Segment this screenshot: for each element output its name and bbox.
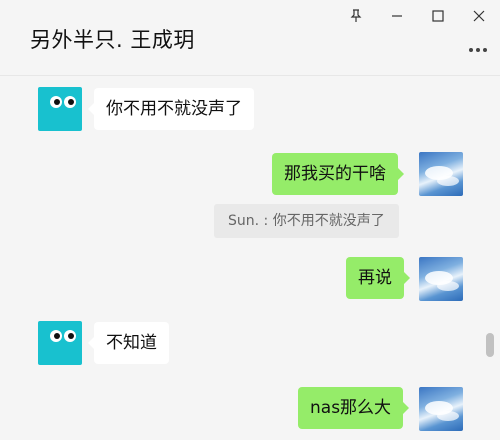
title-bar: 另外半只. 王成玥	[0, 0, 500, 76]
close-icon[interactable]	[466, 4, 492, 28]
minimize-icon[interactable]	[384, 4, 410, 28]
cartoon-eyes-avatar[interactable]	[38, 321, 82, 365]
scrollbar-thumb[interactable]	[486, 333, 494, 357]
eye	[64, 96, 76, 108]
cartoon-eyes-avatar[interactable]	[38, 87, 82, 131]
quoted-message[interactable]: Sun. : 你不用不就没声了	[214, 204, 399, 238]
sky-avatar[interactable]	[419, 387, 463, 431]
message-bubble-received[interactable]: 不知道	[88, 322, 169, 364]
message-bubble-sent[interactable]: 再说	[346, 257, 410, 299]
chat-title: 另外半只. 王成玥	[30, 28, 195, 52]
sky-avatar[interactable]	[419, 152, 463, 196]
message-bubble-sent[interactable]: 那我买的干啥	[272, 153, 404, 195]
eye	[50, 96, 62, 108]
message-bubble-sent[interactable]: nas那么大	[298, 387, 410, 429]
message-list[interactable]: 你不用不就没声了 那我买的干啥 Sun. : 你不用不就没声了 再说 不知道 n…	[0, 77, 500, 440]
sky-avatar[interactable]	[419, 257, 463, 301]
maximize-icon[interactable]	[425, 4, 451, 28]
eye	[64, 330, 76, 342]
more-icon[interactable]	[466, 38, 490, 62]
eye	[50, 330, 62, 342]
pin-icon[interactable]	[343, 4, 369, 28]
message-bubble-received[interactable]: 你不用不就没声了	[88, 88, 254, 130]
